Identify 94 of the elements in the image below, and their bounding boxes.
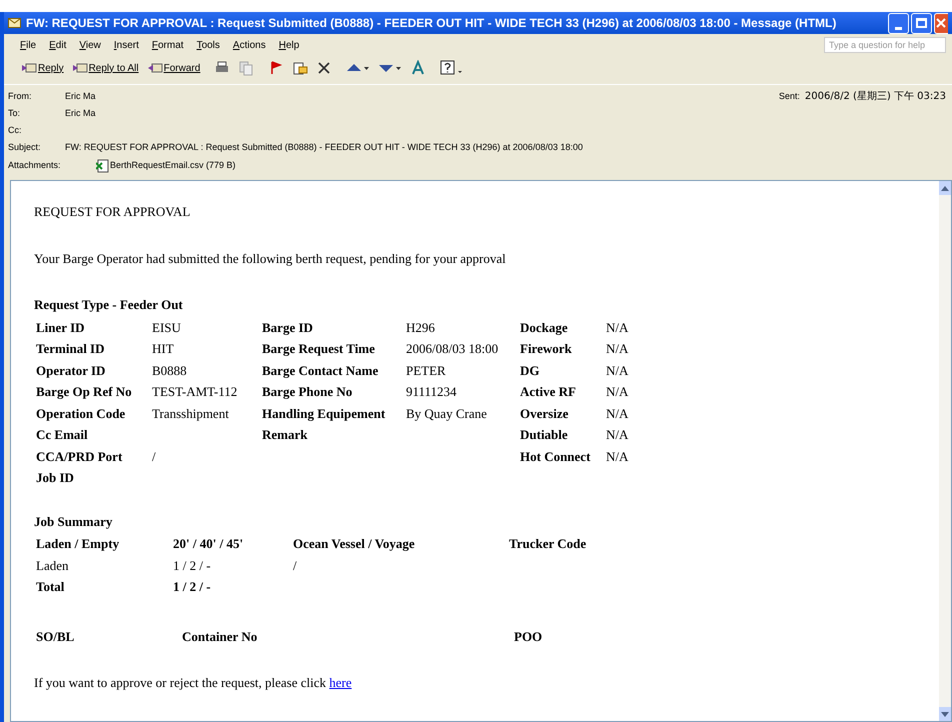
field-label: Operation Code [36, 406, 126, 420]
spreadsheet-file-icon [96, 159, 109, 173]
window-title: FW: REQUEST FOR APPROVAL : Request Submitted (B0888) - FEEDER OUT HIT - WIDE TECH 33 (H296) at 2006/08/03 18:00 - Message (HTML) [26, 15, 838, 32]
attachment-link[interactable]: BerthRequestEmail.csv (779 B) [96, 159, 236, 173]
field-value: By Quay Crane [406, 406, 487, 420]
header-label: Subject: [8, 140, 42, 154]
field-label: Dutiable [520, 427, 568, 442]
header-label: Sent: [778, 90, 800, 103]
field-value: H296 [406, 320, 435, 334]
column-header: Laden / Empty [36, 536, 120, 551]
reply-all-button[interactable]: Reply to All [68, 58, 142, 78]
menu-item[interactable]: Actions [232, 38, 266, 52]
field-label: Dockage [520, 320, 568, 334]
header-value: FW: REQUEST FOR APPROVAL : Request Submitted (B0888) - FEEDER OUT HIT - WIDE TECH 33 (H296) at 2006/08/03 18:00 [65, 140, 583, 154]
field-label: Liner ID [36, 320, 85, 334]
column-header: Container No [182, 628, 258, 644]
table-cell: 1 / 2 / - [173, 579, 211, 594]
field-label: Barge Phone No [262, 383, 354, 401]
scroll-down-icon[interactable] [941, 712, 949, 716]
field-value: N/A [606, 384, 628, 399]
field-value: EISU [152, 320, 181, 334]
field-label: Operator ID [36, 362, 106, 378]
menu-item[interactable]: Edit [49, 38, 66, 52]
header-label: Cc: [8, 124, 22, 137]
header-value: Eric Ma [65, 106, 96, 120]
column-header: Ocean Vessel / Voyage [293, 536, 415, 551]
header-label: From: [8, 90, 32, 103]
header-value: 2006/8/2 (星期三) 下午 03:23 [804, 90, 946, 104]
section-heading: Request Type - Feeder Out [34, 296, 184, 314]
forward-button[interactable]: Forward [144, 58, 204, 78]
field-value: N/A [606, 448, 628, 464]
menu-item[interactable]: View [79, 38, 101, 52]
message-title: REQUEST FOR APPROVAL [34, 203, 192, 221]
table-cell: Laden [36, 558, 68, 572]
footer-text: If you want to approve or reject the request, please click here [34, 674, 353, 692]
field-value: Transshipment [152, 406, 229, 420]
field-value: HIT [152, 341, 174, 356]
menu-item[interactable]: Help [278, 38, 300, 52]
letter-a-icon [410, 60, 426, 76]
column-header: 20' / 40' / 45' [173, 536, 244, 551]
field-label: Firework [520, 341, 572, 356]
field-label: Active RF [520, 384, 576, 399]
table-cell: / [293, 558, 297, 572]
field-label: DG [520, 362, 540, 378]
folder-icon [292, 60, 308, 76]
close-icon [935, 17, 947, 29]
field-label: CCA/PRD Port [36, 448, 122, 464]
field-value: N/A [606, 320, 628, 334]
field-label: Hot Connect [520, 448, 590, 464]
field-value: / [152, 448, 156, 464]
field-value: 2006/08/03 18:00 [406, 341, 498, 356]
minimize-button[interactable] [888, 12, 909, 34]
menu-item[interactable]: Format [152, 38, 184, 52]
delete-icon [316, 60, 332, 76]
help-icon [440, 60, 464, 76]
field-label: Barge Op Ref No [36, 384, 132, 399]
field-label: Barge Request Time [262, 340, 376, 358]
field-value: PETER [406, 362, 446, 378]
maximize-button[interactable] [911, 12, 932, 34]
column-header: POO [514, 628, 542, 644]
field-label: Barge ID [262, 318, 314, 337]
reply-button[interactable]: Reply [18, 58, 67, 78]
field-value: TEST-AMT-112 [152, 384, 238, 399]
field-label: Cc Email [36, 427, 88, 442]
table-cell: Total [36, 579, 64, 594]
menu-item[interactable]: File [20, 38, 36, 52]
header-value: Eric Ma [65, 90, 96, 103]
help-search-field[interactable]: Type a question for help [824, 37, 946, 53]
table-cell: 1 / 2 / - [173, 558, 211, 572]
intro-text: Your Barge Operator had submitted the following berth request, pending for your approval [34, 250, 507, 268]
field-label: Handling Equipement [262, 404, 386, 423]
field-value: 91111234 [406, 384, 457, 399]
header-label: Attachments: [8, 159, 62, 172]
field-label: Terminal ID [36, 341, 104, 356]
column-header: Trucker Code [509, 536, 586, 551]
field-value: N/A [606, 341, 628, 356]
field-value: N/A [606, 427, 628, 442]
field-label: Job ID [36, 470, 74, 485]
scroll-up-icon[interactable] [941, 186, 949, 190]
field-label: Barge Contact Name [262, 362, 380, 380]
section-heading: Job Summary [34, 512, 114, 531]
close-button[interactable] [934, 12, 948, 34]
approval-link[interactable]: here [329, 675, 352, 690]
column-header: SO/BL [36, 628, 74, 644]
header-label: To: [8, 106, 22, 120]
field-value: N/A [606, 406, 628, 420]
field-value: B0888 [152, 362, 187, 378]
field-label: Remark [262, 426, 308, 444]
field-label: Oversize [520, 406, 568, 420]
field-value: N/A [606, 362, 628, 378]
copy-icon [238, 60, 254, 76]
menu-item[interactable]: Tools [196, 38, 220, 52]
envelope-icon [8, 18, 21, 28]
menu-item[interactable]: Insert [114, 38, 139, 52]
